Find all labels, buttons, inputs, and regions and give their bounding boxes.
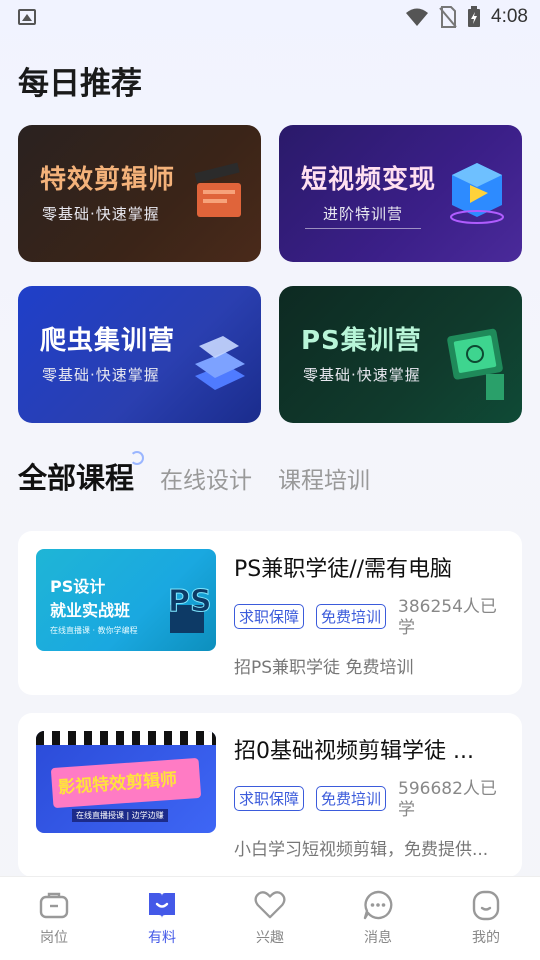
course-title: 招0基础视频剪辑学徒 ... xyxy=(234,739,474,764)
tab-course-training[interactable]: 课程培训 xyxy=(278,461,370,497)
banner-title: 特效剪辑师 xyxy=(40,165,176,195)
banner-title: 短视频变现 xyxy=(301,165,437,195)
status-bar: 4:08 xyxy=(0,0,540,36)
thumb-caption: 在线直播授课 | 边学边赚 xyxy=(72,809,168,822)
profile-icon xyxy=(470,889,502,921)
film-strip xyxy=(36,731,216,745)
battery-icon xyxy=(468,6,481,27)
nav-jobs[interactable]: 岗位 xyxy=(0,877,108,960)
banner-crawler[interactable]: 爬虫集训营 零基础·快速掌握 xyxy=(18,286,261,423)
clock: 4:08 xyxy=(491,6,528,27)
banner-title: PS集训营 xyxy=(301,326,422,356)
course-card[interactable]: PS设计 就业实战班 在线直播课 · 教你学编程 PS PS兼职学徒//需有电脑… xyxy=(18,531,522,695)
nav-interest[interactable]: 兴趣 xyxy=(216,877,324,960)
layers-icon xyxy=(195,336,245,390)
tag-free-training: 免费培训 xyxy=(316,786,387,811)
ps-tablet-icon xyxy=(447,328,504,400)
status-icons: 4:08 xyxy=(405,6,528,28)
chat-icon xyxy=(362,889,394,921)
thumb-heading: PS设计 xyxy=(50,577,106,596)
nav-profile[interactable]: 我的 xyxy=(432,877,540,960)
course-thumbnail: PS设计 就业实战班 在线直播课 · 教你学编程 PS xyxy=(36,549,216,651)
daily-recommend-title: 每日推荐 xyxy=(18,66,142,102)
nav-label: 消息 xyxy=(364,930,392,946)
banner-ps[interactable]: PS集训营 零基础·快速掌握 xyxy=(279,286,522,423)
course-card[interactable]: 影视特效剪辑师 在线直播授课 | 边学边赚 招0基础视频剪辑学徒 ... 求职保… xyxy=(18,713,522,877)
no-sim-icon xyxy=(439,6,457,28)
banner-subtitle: 零基础·快速掌握 xyxy=(303,366,421,384)
thumb-caption: 在线直播课 · 教你学编程 xyxy=(50,626,138,635)
tag-job-guarantee: 求职保障 xyxy=(234,786,305,811)
thumb-subheading: 就业实战班 xyxy=(50,601,131,620)
briefcase-icon xyxy=(38,889,70,921)
banner-subtitle: 零基础·快速掌握 xyxy=(42,366,160,384)
banner-subtitle: 进阶特训营 xyxy=(305,203,422,229)
nav-content[interactable]: 有料 xyxy=(108,877,216,960)
nav-label: 岗位 xyxy=(40,930,68,946)
banner-subtitle: 零基础·快速掌握 xyxy=(42,205,160,223)
video-cube-icon xyxy=(450,163,504,224)
tag-free-training: 免费培训 xyxy=(316,604,387,629)
wifi-icon xyxy=(406,8,429,26)
course-thumbnail: 影视特效剪辑师 在线直播授课 | 边学边赚 xyxy=(36,731,216,833)
nav-label: 有料 xyxy=(148,930,176,946)
tab-all-courses[interactable]: 全部课程 xyxy=(18,451,145,497)
learner-count: 386254人已学 xyxy=(398,597,497,638)
heart-icon xyxy=(254,889,286,921)
tab-online-design[interactable]: 在线设计 xyxy=(160,461,252,497)
nav-messages[interactable]: 消息 xyxy=(324,877,432,960)
clapperboard-icon xyxy=(194,162,241,217)
nav-label: 兴趣 xyxy=(256,930,284,946)
gallery-notification-icon xyxy=(18,9,36,25)
course-description: 招PS兼职学徒 免费培训 xyxy=(234,658,414,678)
banner-title: 爬虫集训营 xyxy=(40,326,176,356)
ps-logo-icon: PS xyxy=(168,584,210,633)
banner-short-video[interactable]: 短视频变现 进阶特训营 xyxy=(279,125,522,262)
tag-job-guarantee: 求职保障 xyxy=(234,604,305,629)
book-icon xyxy=(146,889,178,921)
course-tabs: 全部课程 在线设计 课程培训 xyxy=(18,451,370,497)
course-title: PS兼职学徒//需有电脑 xyxy=(234,557,453,582)
learner-count: 596682人已学 xyxy=(398,779,497,820)
nav-label: 我的 xyxy=(472,930,500,946)
banner-effects-editor[interactable]: 特效剪辑师 零基础·快速掌握 xyxy=(18,125,261,262)
svg-text:PS: PS xyxy=(168,584,210,619)
course-description: 小白学习短视频剪辑，免费提供... xyxy=(234,840,489,860)
bottom-nav: 岗位 有料 兴趣 消息 我的 xyxy=(0,876,540,960)
